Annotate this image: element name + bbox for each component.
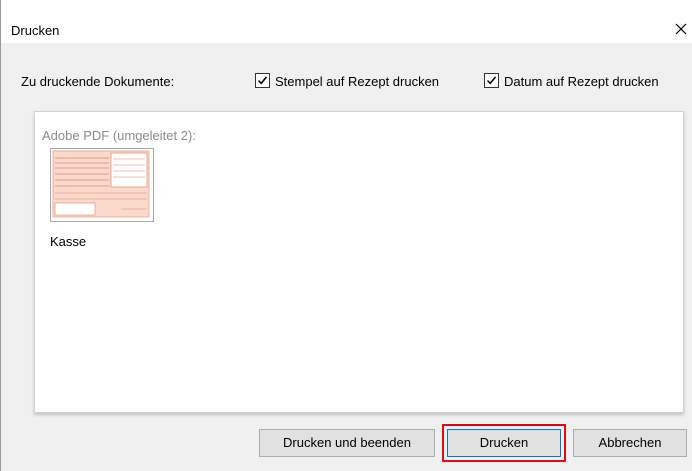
document-thumbnail[interactable] — [50, 148, 154, 222]
cancel-button[interactable]: Abbrechen — [573, 429, 687, 457]
close-icon[interactable] — [670, 17, 692, 41]
print-dialog: Drucken Zu druckende Dokumente: Stempel … — [0, 0, 692, 471]
stempel-checkbox-label: Stempel auf Rezept drucken — [275, 74, 440, 89]
document-name: Kasse — [50, 234, 87, 249]
checkbox-checked-icon — [484, 73, 499, 88]
options-row: Zu druckende Dokumente: Stempel auf Reze… — [13, 71, 692, 93]
print-and-exit-button[interactable]: Drucken und beenden — [259, 429, 435, 457]
checkbox-checked-icon — [255, 73, 270, 88]
documents-to-print-label: Zu druckende Dokumente: — [21, 74, 175, 89]
title-bar: Drucken — [1, 0, 692, 43]
printer-document-panel: Adobe PDF (umgeleitet 2): Kasse — [34, 111, 684, 413]
print-button[interactable]: Drucken — [447, 429, 561, 457]
printer-name-label: Adobe PDF (umgeleitet 2): — [42, 128, 196, 143]
datum-checkbox-label: Datum auf Rezept drucken — [504, 74, 659, 89]
window-title: Drucken — [11, 23, 60, 38]
